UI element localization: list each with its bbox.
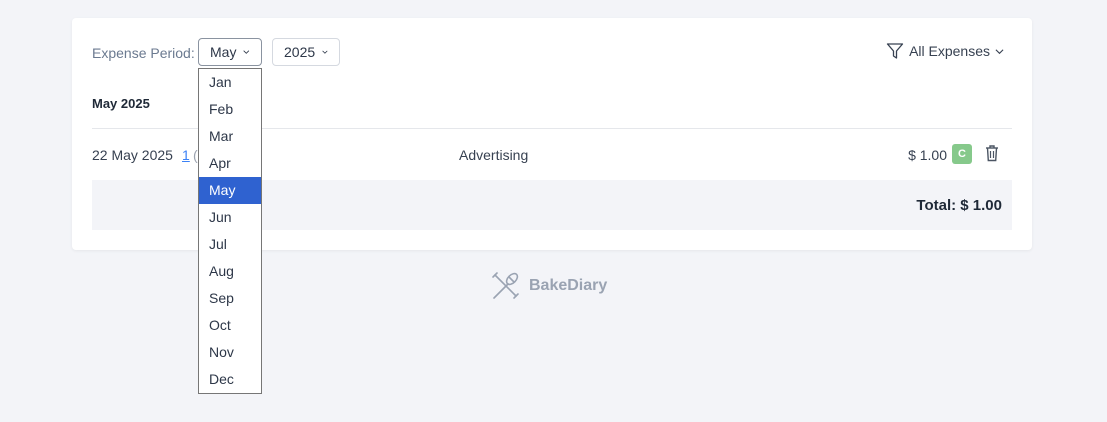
year-select-value: 2025	[284, 44, 316, 60]
month-option-aug[interactable]: Aug	[199, 258, 261, 285]
chevron-down-icon	[322, 50, 328, 54]
month-option-jan[interactable]: Jan	[199, 69, 261, 96]
month-option-nov[interactable]: Nov	[199, 339, 261, 366]
month-option-dec[interactable]: Dec	[199, 366, 261, 393]
chevron-down-icon	[243, 50, 250, 54]
expense-category: Advertising	[459, 147, 529, 163]
month-dropdown-list[interactable]: Jan Feb Mar Apr May Jun Jul Aug Sep Oct Nov Dec	[198, 68, 262, 394]
month-option-feb[interactable]: Feb	[199, 96, 261, 123]
month-heading: May 2025	[92, 96, 150, 111]
month-select-value: May	[210, 44, 237, 60]
month-select[interactable]: May	[198, 38, 262, 66]
category-filter-dropdown[interactable]: All Expenses	[886, 42, 1004, 60]
crossed-whisk-rolling-pin-icon	[492, 272, 519, 299]
trash-icon[interactable]	[985, 144, 999, 162]
brand-name: BakeDiary	[529, 277, 608, 294]
month-option-sep[interactable]: Sep	[199, 285, 261, 312]
funnel-icon	[886, 43, 904, 59]
expense-paren: (	[193, 147, 198, 163]
category-filter-label: All Expenses	[909, 43, 990, 59]
expense-date: 22 May 2025	[92, 147, 173, 163]
expense-amount: $ 1.00	[908, 147, 947, 163]
month-option-jul[interactable]: Jul	[199, 231, 261, 258]
month-option-may[interactable]: May	[199, 177, 261, 204]
status-badge: C	[952, 144, 972, 164]
month-option-oct[interactable]: Oct	[199, 312, 261, 339]
month-option-jun[interactable]: Jun	[199, 204, 261, 231]
chevron-down-icon	[995, 48, 1004, 54]
month-option-mar[interactable]: Mar	[199, 123, 261, 150]
expense-period-label: Expense Period:	[92, 45, 195, 61]
brand-logo: BakeDiary	[490, 271, 607, 301]
expense-count-link[interactable]: 1	[182, 147, 190, 163]
total-amount: Total: $ 1.00	[916, 197, 1002, 214]
year-select[interactable]: 2025	[272, 38, 340, 66]
month-option-apr[interactable]: Apr	[199, 150, 261, 177]
